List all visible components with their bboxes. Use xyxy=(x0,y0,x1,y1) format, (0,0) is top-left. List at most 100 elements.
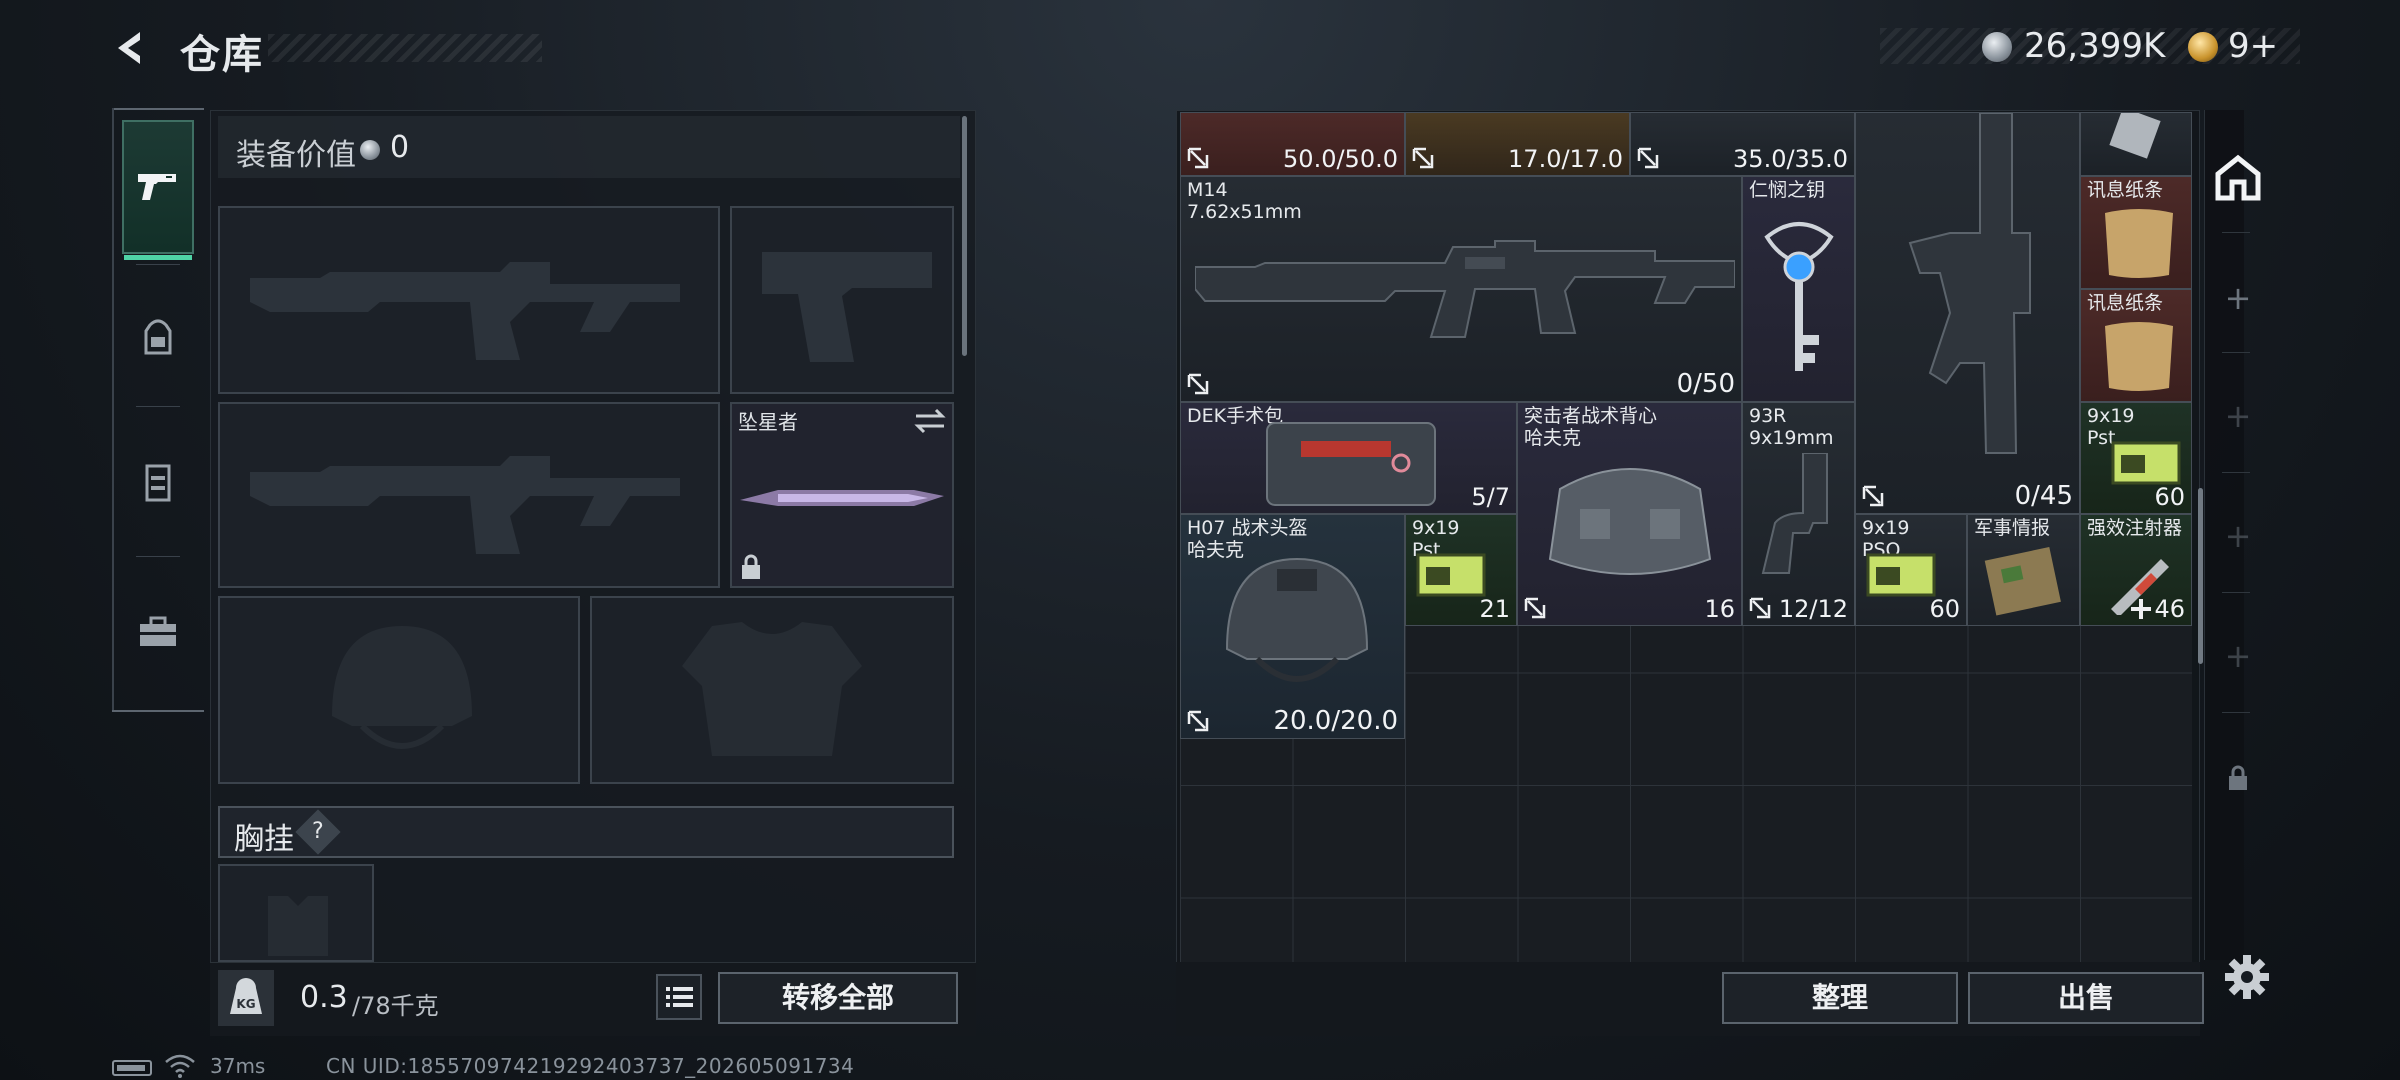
helmet-slot[interactable] xyxy=(218,596,580,784)
nav-tab-toolbox[interactable] xyxy=(122,564,194,698)
tab-separator xyxy=(2222,472,2250,473)
grid-item[interactable]: 17.0/17.0 xyxy=(1405,112,1630,176)
nav-separator xyxy=(136,406,180,407)
grid-item-intel[interactable]: 军事情报 xyxy=(1967,514,2080,626)
wifi-icon xyxy=(165,1054,195,1078)
plus-icon: + xyxy=(2224,397,2252,435)
insured-icon xyxy=(1524,597,1546,619)
grid-item[interactable]: 50.0/50.0 xyxy=(1180,112,1405,176)
item-name: 强效注射器 xyxy=(2087,517,2183,539)
warehouse-scrollbar[interactable] xyxy=(2198,488,2203,664)
storage-tab-locked[interactable] xyxy=(2214,754,2262,802)
insured-icon xyxy=(1749,597,1771,619)
toolbox-icon xyxy=(140,616,176,646)
nav-separator xyxy=(136,264,180,265)
item-durability: 50.0/50.0 xyxy=(1283,145,1398,173)
sell-button[interactable]: 出售 xyxy=(1968,972,2204,1024)
item-name: 仁悯之钥 xyxy=(1749,179,1826,201)
item-uses: 5/7 xyxy=(1471,483,1510,511)
silver-coin-icon xyxy=(1982,32,2012,62)
item-durability: 20.0/20.0 xyxy=(1273,706,1398,736)
silver-coin-icon xyxy=(360,140,380,160)
title-decoration xyxy=(268,34,542,62)
nav-tab-weapons[interactable] xyxy=(122,120,194,260)
body-armor-slot[interactable] xyxy=(590,596,954,784)
nav-tab-backpack[interactable] xyxy=(122,270,194,404)
primary-weapon-slot[interactable] xyxy=(218,206,720,394)
network-ping: 37ms xyxy=(210,1054,266,1078)
melee-slot[interactable]: 坠星者 xyxy=(730,402,954,588)
gold-coin-icon xyxy=(2188,32,2218,62)
vest-icon xyxy=(145,464,171,502)
storage-tab-add[interactable]: + xyxy=(2214,512,2262,560)
grid-item-note[interactable]: 讯息纸条 xyxy=(2080,176,2192,289)
item-durability: 17.0/17.0 xyxy=(1508,145,1623,173)
settings-button[interactable] xyxy=(2222,952,2272,1002)
equipment-value-label: 装备价值 xyxy=(236,138,356,173)
grid-item-surgical-kit[interactable]: DEK手术包 5/7 xyxy=(1180,402,1517,514)
back-button[interactable] xyxy=(110,26,154,70)
nav-divider-top xyxy=(112,108,204,110)
swap-icon[interactable] xyxy=(914,408,946,434)
knife-icon xyxy=(740,490,944,506)
battery-icon xyxy=(112,1060,152,1076)
item-name: 军事情报 xyxy=(1974,517,2051,539)
grid-item-rifle[interactable]: 0/45 xyxy=(1855,112,2080,514)
nav-tab-vest[interactable] xyxy=(122,416,194,550)
grid-item[interactable]: 35.0/35.0 xyxy=(1630,112,1855,176)
paper-note-icon xyxy=(2105,322,2173,391)
user-uid: CN UID:1855709742192924037​37_2026050917… xyxy=(326,1054,855,1078)
grid-item-key[interactable]: 仁悯之钥 xyxy=(1742,176,1855,402)
nav-separator xyxy=(136,556,180,557)
item-capacity: 16 xyxy=(1704,595,1735,623)
sidearm-slot[interactable] xyxy=(730,206,954,394)
sort-button[interactable]: 整理 xyxy=(1722,972,1958,1024)
plus-icon: + xyxy=(2224,517,2252,555)
insured-icon xyxy=(1187,147,1209,169)
storage-tab-add[interactable]: + xyxy=(2214,392,2262,440)
equipment-scrollbar[interactable] xyxy=(962,116,967,356)
list-view-button[interactable] xyxy=(656,974,702,1020)
storage-tab-add[interactable]: + xyxy=(2214,274,2262,322)
transfer-all-button[interactable]: 转移全部 xyxy=(718,972,958,1024)
chest-rig-silhouette-icon xyxy=(268,896,328,956)
grid-item-injector[interactable]: 强效注射器 46 xyxy=(2080,514,2192,626)
grid-item-ammo[interactable]: 9x19 Pst 60 xyxy=(2080,402,2192,514)
grid-item-note[interactable]: 讯息纸条 xyxy=(2080,289,2192,402)
item-name: M14 7.62x51mm xyxy=(1187,179,1302,223)
melee-name: 坠星者 xyxy=(738,410,798,434)
item-name: 讯息纸条 xyxy=(2087,179,2164,201)
grid-item-m14[interactable]: M14 7.62x51mm 0/50 xyxy=(1180,176,1742,402)
item-ammo-count: 0/45 xyxy=(2014,481,2073,511)
warehouse-icon xyxy=(2215,154,2261,201)
insured-icon xyxy=(1412,147,1434,169)
secondary-weapon-slot[interactable] xyxy=(218,402,720,588)
gold-currency-value[interactable]: 9+ xyxy=(2228,26,2278,66)
lock-icon xyxy=(2229,765,2247,790)
page-title: 仓库 xyxy=(180,32,264,78)
tab-separator xyxy=(2222,232,2250,233)
surgical-kit-icon xyxy=(1266,422,1436,506)
item-ammo-count: 0/50 xyxy=(1676,369,1735,399)
insured-icon xyxy=(1637,147,1659,169)
grid-item-tactical-vest[interactable]: 突击者战术背心 哈夫克 16 xyxy=(1517,402,1742,626)
item-ammo-count: 12/12 xyxy=(1778,595,1848,623)
chest-rig-label: 胸挂 xyxy=(234,822,294,857)
carry-weight-max: /78千克 xyxy=(352,992,439,1020)
plus-icon: + xyxy=(2224,637,2252,675)
grid-item-helmet[interactable]: H07 战术头盔 哈夫克 20.0/20.0 xyxy=(1180,514,1405,739)
grid-item[interactable] xyxy=(2080,112,2192,176)
grid-item-ammo[interactable]: 9x19 PSO 60 xyxy=(1855,514,1967,626)
insured-icon xyxy=(1862,485,1884,507)
grid-item-ammo[interactable]: 9x19 Pst 21 xyxy=(1405,514,1517,626)
intel-map-icon xyxy=(1984,547,2061,616)
storage-tab-add[interactable]: + xyxy=(2214,632,2262,680)
storage-tab-main[interactable] xyxy=(2214,154,2262,202)
helmet-silhouette-icon xyxy=(332,626,472,749)
tab-separator xyxy=(2222,712,2250,713)
vest-icon xyxy=(1548,468,1712,575)
grid-item-93r[interactable]: 93R 9x19mm 12/12 xyxy=(1742,402,1855,626)
plus-icon: + xyxy=(2224,279,2252,317)
pistol-silhouette-icon xyxy=(762,252,932,362)
chest-rig-slot[interactable] xyxy=(218,864,374,962)
